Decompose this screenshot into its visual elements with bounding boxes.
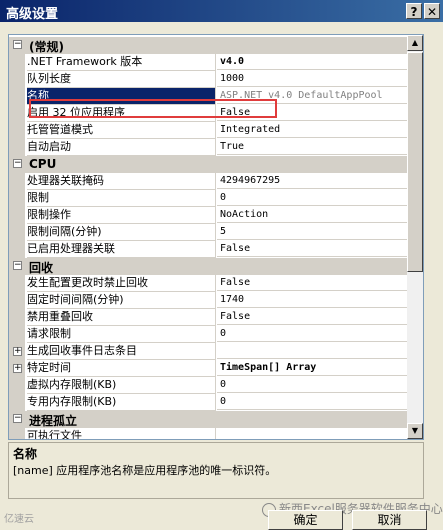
property-row[interactable]: 限制操作 NoAction bbox=[9, 207, 416, 224]
property-row-expandable[interactable]: + 生成回收事件日志条目 bbox=[9, 343, 416, 360]
property-name[interactable]: 发生配置更改时禁止回收 bbox=[27, 275, 216, 292]
property-value[interactable]: 0 bbox=[217, 377, 416, 393]
property-name[interactable]: 固定时间间隔(分钟) bbox=[27, 292, 216, 309]
close-button[interactable]: ✕ bbox=[424, 3, 440, 19]
property-value[interactable]: 1000 bbox=[217, 71, 416, 87]
property-name[interactable]: 特定时间 bbox=[27, 360, 216, 377]
property-name[interactable]: 处理器关联掩码 bbox=[27, 173, 216, 190]
property-name[interactable]: 托管管道模式 bbox=[27, 122, 216, 139]
property-value[interactable]: 5 bbox=[217, 224, 416, 240]
property-name[interactable]: 自动启动 bbox=[27, 139, 216, 156]
property-row[interactable]: 已启用处理器关联 False bbox=[9, 241, 416, 258]
property-name[interactable]: 虚拟内存限制(KB) bbox=[27, 377, 216, 394]
property-value[interactable]: TimeSpan[] Array bbox=[217, 360, 416, 376]
category-label: CPU bbox=[29, 157, 57, 171]
collapse-icon[interactable]: − bbox=[13, 159, 22, 168]
property-name[interactable]: 已启用处理器关联 bbox=[27, 241, 216, 258]
category-label: (常规) bbox=[29, 40, 64, 54]
scroll-down-button[interactable]: ▼ bbox=[407, 423, 423, 439]
property-value[interactable]: Integrated bbox=[217, 122, 416, 138]
property-value[interactable]: False bbox=[217, 241, 416, 257]
scroll-thumb[interactable] bbox=[407, 52, 423, 272]
property-row-selected[interactable]: 名称 ASP.NET v4.0 DefaultAppPool bbox=[9, 88, 416, 105]
property-name[interactable]: 名称 bbox=[27, 88, 216, 105]
property-name[interactable]: 限制 bbox=[27, 190, 216, 207]
property-row[interactable]: 限制间隔(分钟) 5 bbox=[9, 224, 416, 241]
property-row[interactable]: 启用 32 位应用程序 False bbox=[9, 105, 416, 122]
ok-button[interactable]: 确定 bbox=[268, 510, 343, 530]
property-name[interactable]: 禁用重叠回收 bbox=[27, 309, 216, 326]
property-value[interactable]: NoAction bbox=[217, 207, 416, 223]
property-value[interactable]: False bbox=[217, 275, 416, 291]
property-name[interactable]: 可执行文件 bbox=[27, 428, 216, 439]
property-value[interactable]: 1740 bbox=[217, 292, 416, 308]
property-row[interactable]: 托管管道模式 Integrated bbox=[9, 122, 416, 139]
window-title: 高级设置 bbox=[6, 7, 59, 22]
title-bar: 高级设置 ? ✕ bbox=[0, 0, 443, 22]
property-row[interactable]: 禁用重叠回收 False bbox=[9, 309, 416, 326]
collapse-icon[interactable]: − bbox=[13, 261, 22, 270]
watermark-left: 亿速云 bbox=[4, 514, 34, 525]
property-value[interactable]: True bbox=[217, 139, 416, 155]
vertical-scrollbar[interactable]: ▲ ▼ bbox=[407, 35, 423, 439]
property-row[interactable]: 可执行文件 bbox=[9, 428, 416, 439]
property-name[interactable]: 生成回收事件日志条目 bbox=[27, 343, 216, 360]
property-name[interactable]: 请求限制 bbox=[27, 326, 216, 343]
property-row[interactable]: .NET Framework 版本 v4.0 bbox=[9, 54, 416, 71]
property-value[interactable]: 0 bbox=[217, 326, 416, 342]
description-title: 名称 bbox=[13, 447, 38, 461]
scroll-up-button[interactable]: ▲ bbox=[407, 35, 423, 51]
property-value[interactable]: 0 bbox=[217, 190, 416, 206]
property-row[interactable]: 队列长度 1000 bbox=[9, 71, 416, 88]
category-cpu[interactable]: − CPU bbox=[9, 156, 416, 173]
property-row[interactable]: 自动启动 True bbox=[9, 139, 416, 156]
expand-icon[interactable]: + bbox=[13, 347, 22, 356]
property-row-expandable[interactable]: + 特定时间 TimeSpan[] Array bbox=[9, 360, 416, 377]
category-isolation[interactable]: − 进程孤立 bbox=[9, 411, 416, 428]
description-text: [name] 应用程序池名称是应用程序池的唯一标识符。 bbox=[13, 464, 277, 477]
category-general[interactable]: − (常规) bbox=[9, 37, 416, 54]
expand-icon[interactable]: + bbox=[13, 364, 22, 373]
property-grid: − (常规) .NET Framework 版本 v4.0 队列长度 1000 … bbox=[8, 34, 424, 440]
property-name[interactable]: 启用 32 位应用程序 bbox=[27, 105, 216, 122]
property-name[interactable]: 专用内存限制(KB) bbox=[27, 394, 216, 411]
property-value[interactable]: ASP.NET v4.0 DefaultAppPool bbox=[217, 88, 416, 104]
property-value[interactable]: False bbox=[217, 105, 416, 121]
property-name[interactable]: 限制操作 bbox=[27, 207, 216, 224]
description-panel: 名称 [name] 应用程序池名称是应用程序池的唯一标识符。 bbox=[8, 442, 424, 499]
property-row[interactable]: 专用内存限制(KB) 0 bbox=[9, 394, 416, 411]
property-name[interactable]: 队列长度 bbox=[27, 71, 216, 88]
property-value[interactable] bbox=[217, 428, 416, 439]
help-button[interactable]: ? bbox=[406, 3, 422, 19]
property-name[interactable]: 限制间隔(分钟) bbox=[27, 224, 216, 241]
category-label: 进程孤立 bbox=[29, 414, 78, 428]
cancel-button[interactable]: 取消 bbox=[352, 510, 427, 530]
category-label: 回收 bbox=[29, 261, 54, 275]
property-value[interactable]: 0 bbox=[217, 394, 416, 410]
property-value[interactable]: 4294967295 bbox=[217, 173, 416, 189]
collapse-icon[interactable]: − bbox=[13, 40, 22, 49]
property-row[interactable]: 请求限制 0 bbox=[9, 326, 416, 343]
property-row[interactable]: 固定时间间隔(分钟) 1740 bbox=[9, 292, 416, 309]
property-row[interactable]: 限制 0 bbox=[9, 190, 416, 207]
property-row[interactable]: 发生配置更改时禁止回收 False bbox=[9, 275, 416, 292]
property-value[interactable]: v4.0 bbox=[217, 54, 416, 70]
property-value[interactable]: False bbox=[217, 309, 416, 325]
property-name[interactable]: .NET Framework 版本 bbox=[27, 54, 216, 71]
property-value[interactable] bbox=[217, 343, 416, 359]
property-row[interactable]: 虚拟内存限制(KB) 0 bbox=[9, 377, 416, 394]
category-recycle[interactable]: − 回收 bbox=[9, 258, 416, 275]
collapse-icon[interactable]: − bbox=[13, 414, 22, 423]
property-row[interactable]: 处理器关联掩码 4294967295 bbox=[9, 173, 416, 190]
